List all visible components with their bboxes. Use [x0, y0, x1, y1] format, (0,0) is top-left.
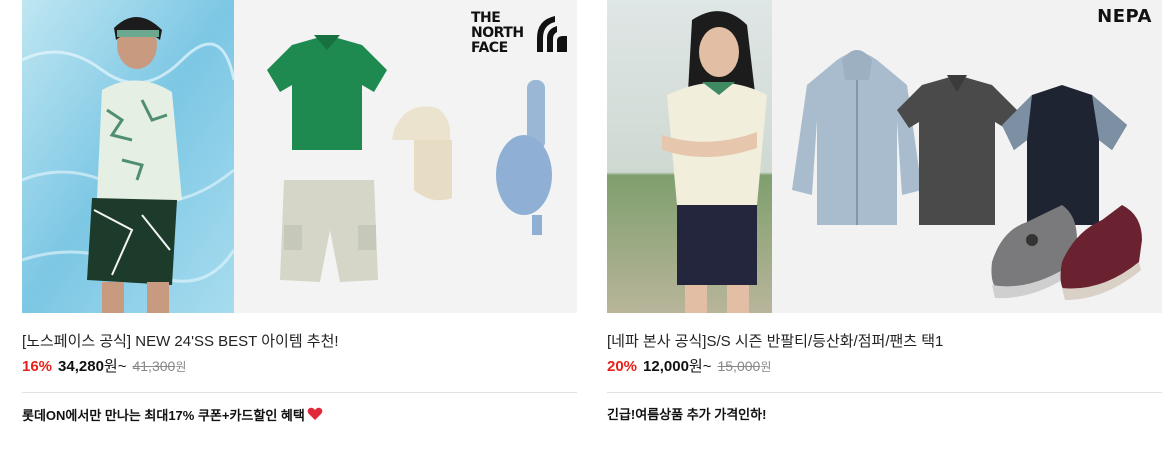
- original-price: 41,300: [132, 358, 176, 374]
- price-unit: 원~: [103, 358, 127, 375]
- logo-line-3: FACE: [471, 40, 508, 54]
- logo-line-1: THE: [471, 10, 500, 26]
- original-price-unit: 원: [175, 360, 187, 374]
- nepa-banner-illustration: [607, 0, 1162, 313]
- brand-logo-northface: THE NORTH FACE: [471, 8, 569, 54]
- northface-logo-icon: THE NORTH FACE: [471, 10, 567, 54]
- product-image-northface[interactable]: THE NORTH FACE: [22, 0, 577, 313]
- discount-rate: 16%: [22, 358, 53, 375]
- product-card-northface[interactable]: THE NORTH FACE [노스페이스 공식] NEW 24'SS BEST…: [22, 0, 577, 425]
- product-title[interactable]: [네파 본사 공식]S/S 시즌 반팔티/등산화/점퍼/팬츠 택1: [607, 332, 1162, 352]
- product-image-nepa[interactable]: NEPA: [607, 0, 1162, 313]
- price-row: 20% 12,000원~ 15,000원: [607, 356, 1162, 377]
- brand-logo-nepa: NEPA: [1097, 6, 1152, 27]
- price-unit: 원~: [688, 358, 712, 375]
- original-price: 15,000: [717, 358, 761, 374]
- price-row: 16% 34,280원~ 41,300원: [22, 356, 577, 377]
- promo-text[interactable]: 롯데ON에서만 만나는 최대17% 쿠폰+카드할인 혜택: [22, 407, 577, 425]
- divider: [607, 392, 1162, 393]
- promo-label: 롯데ON에서만 만나는 최대17% 쿠폰+카드할인 혜택: [22, 408, 305, 423]
- logo-line-2: NORTH: [471, 25, 524, 41]
- original-price-unit: 원: [760, 360, 772, 374]
- brand-logo-text: NEPA: [1097, 6, 1152, 27]
- sale-price: 12,000: [643, 358, 689, 375]
- product-card-nepa[interactable]: NEPA [네파 본사 공식]S/S 시즌 반팔티/등산화/점퍼/팬츠 택1 2…: [607, 0, 1162, 423]
- sale-price: 34,280: [58, 358, 104, 375]
- discount-rate: 20%: [607, 358, 638, 375]
- promo-label: 긴급!여름상품 추가 가격인하!: [607, 407, 767, 422]
- divider: [22, 392, 577, 393]
- promo-text[interactable]: 긴급!여름상품 추가 가격인하!: [607, 407, 1162, 423]
- heart-icon: [307, 407, 323, 425]
- product-title[interactable]: [노스페이스 공식] NEW 24'SS BEST 아이템 추천!: [22, 332, 577, 352]
